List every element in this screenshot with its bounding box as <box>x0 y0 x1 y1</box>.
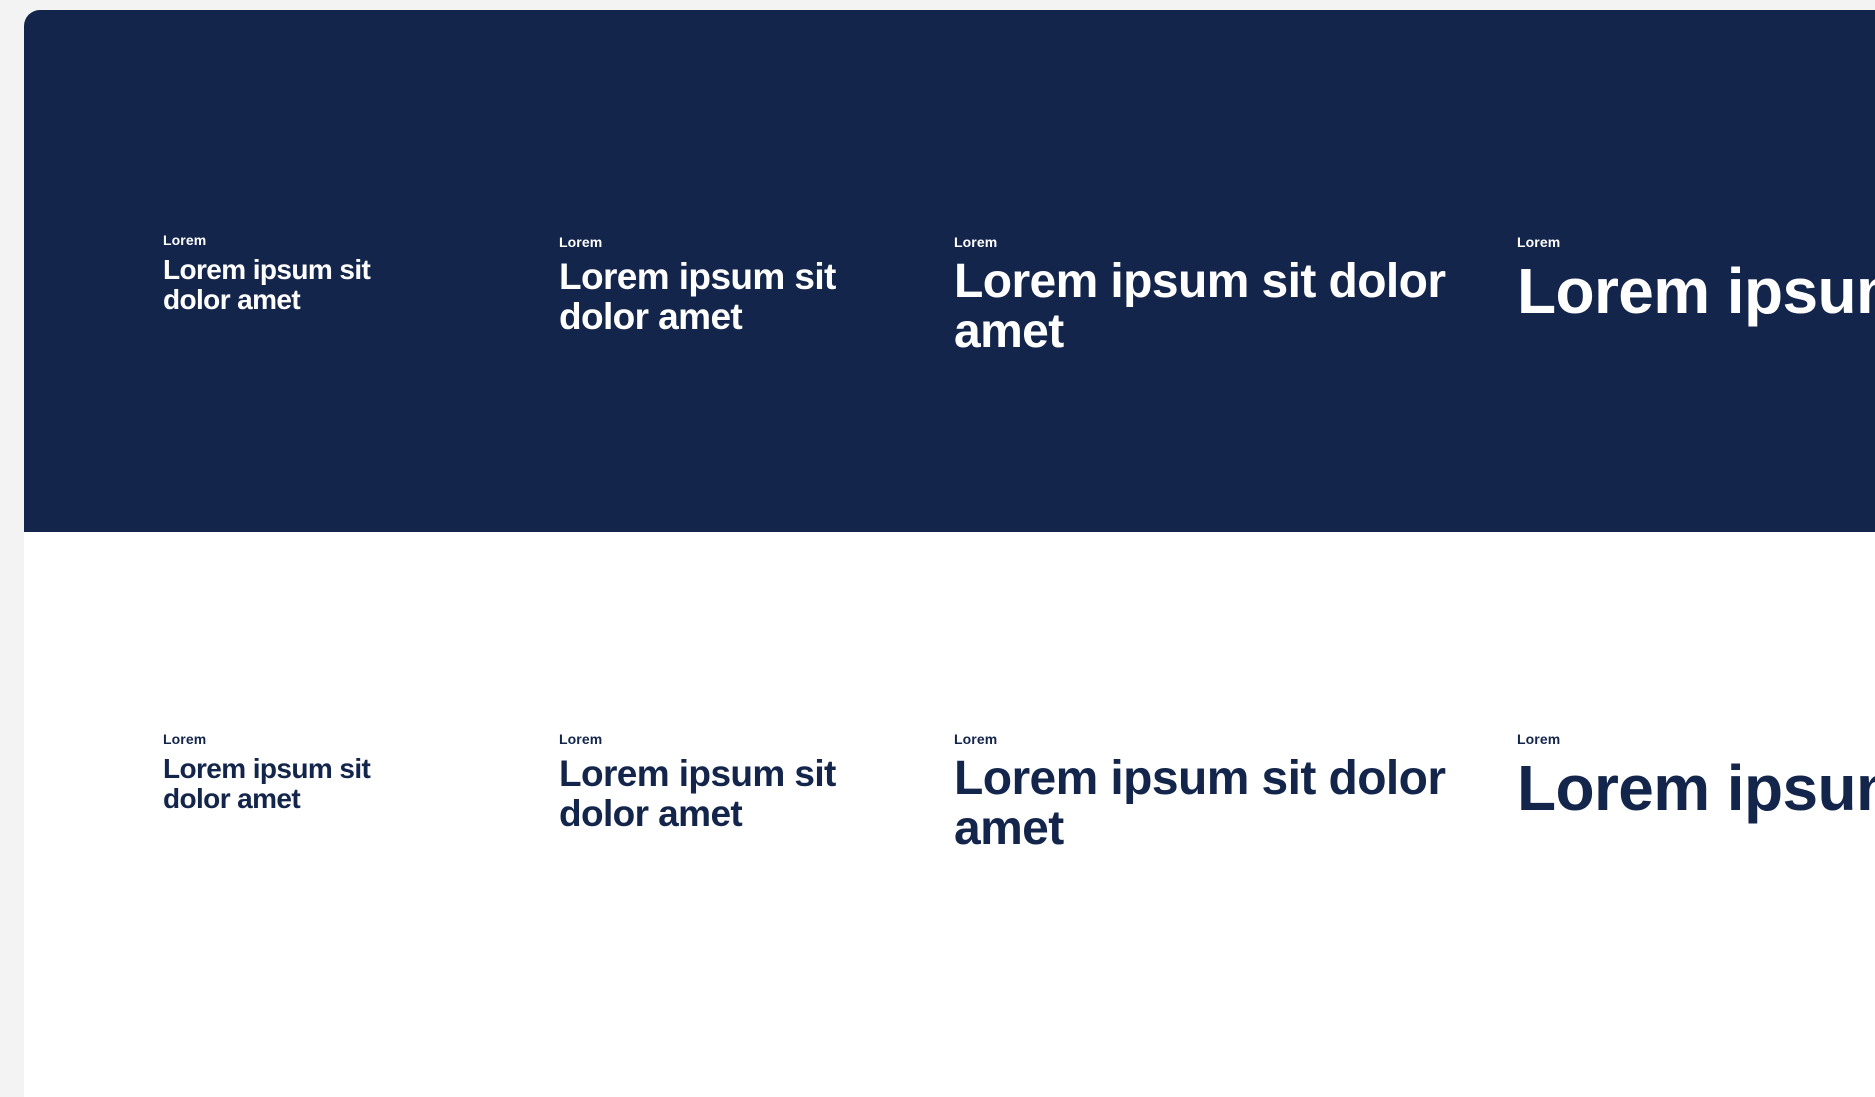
small-heading-specimen-light: Lorem Lorem ipsum sit dolor amet <box>163 732 413 814</box>
large-heading-specimen-dark: Lorem Lorem ipsum sit dolor amet <box>954 235 1494 357</box>
eyebrow-label: Lorem <box>954 234 998 250</box>
large-heading-specimen-light: Lorem Lorem ipsum sit dolor amet <box>954 732 1494 854</box>
eyebrow-label: Lorem <box>954 731 998 747</box>
heading-text: Lorem ipsum sit dolor amet <box>163 254 371 315</box>
eyebrow-label: Lorem <box>1517 234 1561 250</box>
eyebrow-label: Lorem <box>1517 731 1561 747</box>
heading-text: Lorem ipsum <box>1517 255 1875 327</box>
small-heading-specimen-dark: Lorem Lorem ipsum sit dolor amet <box>163 233 413 315</box>
eyebrow-label: Lorem <box>163 731 207 747</box>
eyebrow-label: Lorem <box>163 232 207 248</box>
heading-text: Lorem ipsum sit dolor amet <box>954 752 1446 855</box>
dark-typography-panel: Lorem Lorem ipsum sit dolor amet Lorem L… <box>24 10 1875 532</box>
medium-heading-specimen-light: Lorem Lorem ipsum sit dolor amet <box>559 732 859 834</box>
display-heading-specimen-dark: Lorem Lorem ipsum <box>1517 235 1875 325</box>
heading-text: Lorem ipsum sit dolor amet <box>559 256 836 337</box>
light-typography-panel: Lorem Lorem ipsum sit dolor amet Lorem L… <box>24 532 1875 1097</box>
medium-heading-specimen-dark: Lorem Lorem ipsum sit dolor amet <box>559 235 859 337</box>
eyebrow-label: Lorem <box>559 731 603 747</box>
eyebrow-label: Lorem <box>559 234 603 250</box>
typography-canvas: Lorem Lorem ipsum sit dolor amet Lorem L… <box>24 10 1875 1097</box>
heading-text: Lorem ipsum sit dolor amet <box>163 753 371 814</box>
heading-text: Lorem ipsum <box>1517 752 1875 824</box>
heading-text: Lorem ipsum sit dolor amet <box>954 255 1446 358</box>
heading-text: Lorem ipsum sit dolor amet <box>559 753 836 834</box>
display-heading-specimen-light: Lorem Lorem ipsum <box>1517 732 1875 822</box>
